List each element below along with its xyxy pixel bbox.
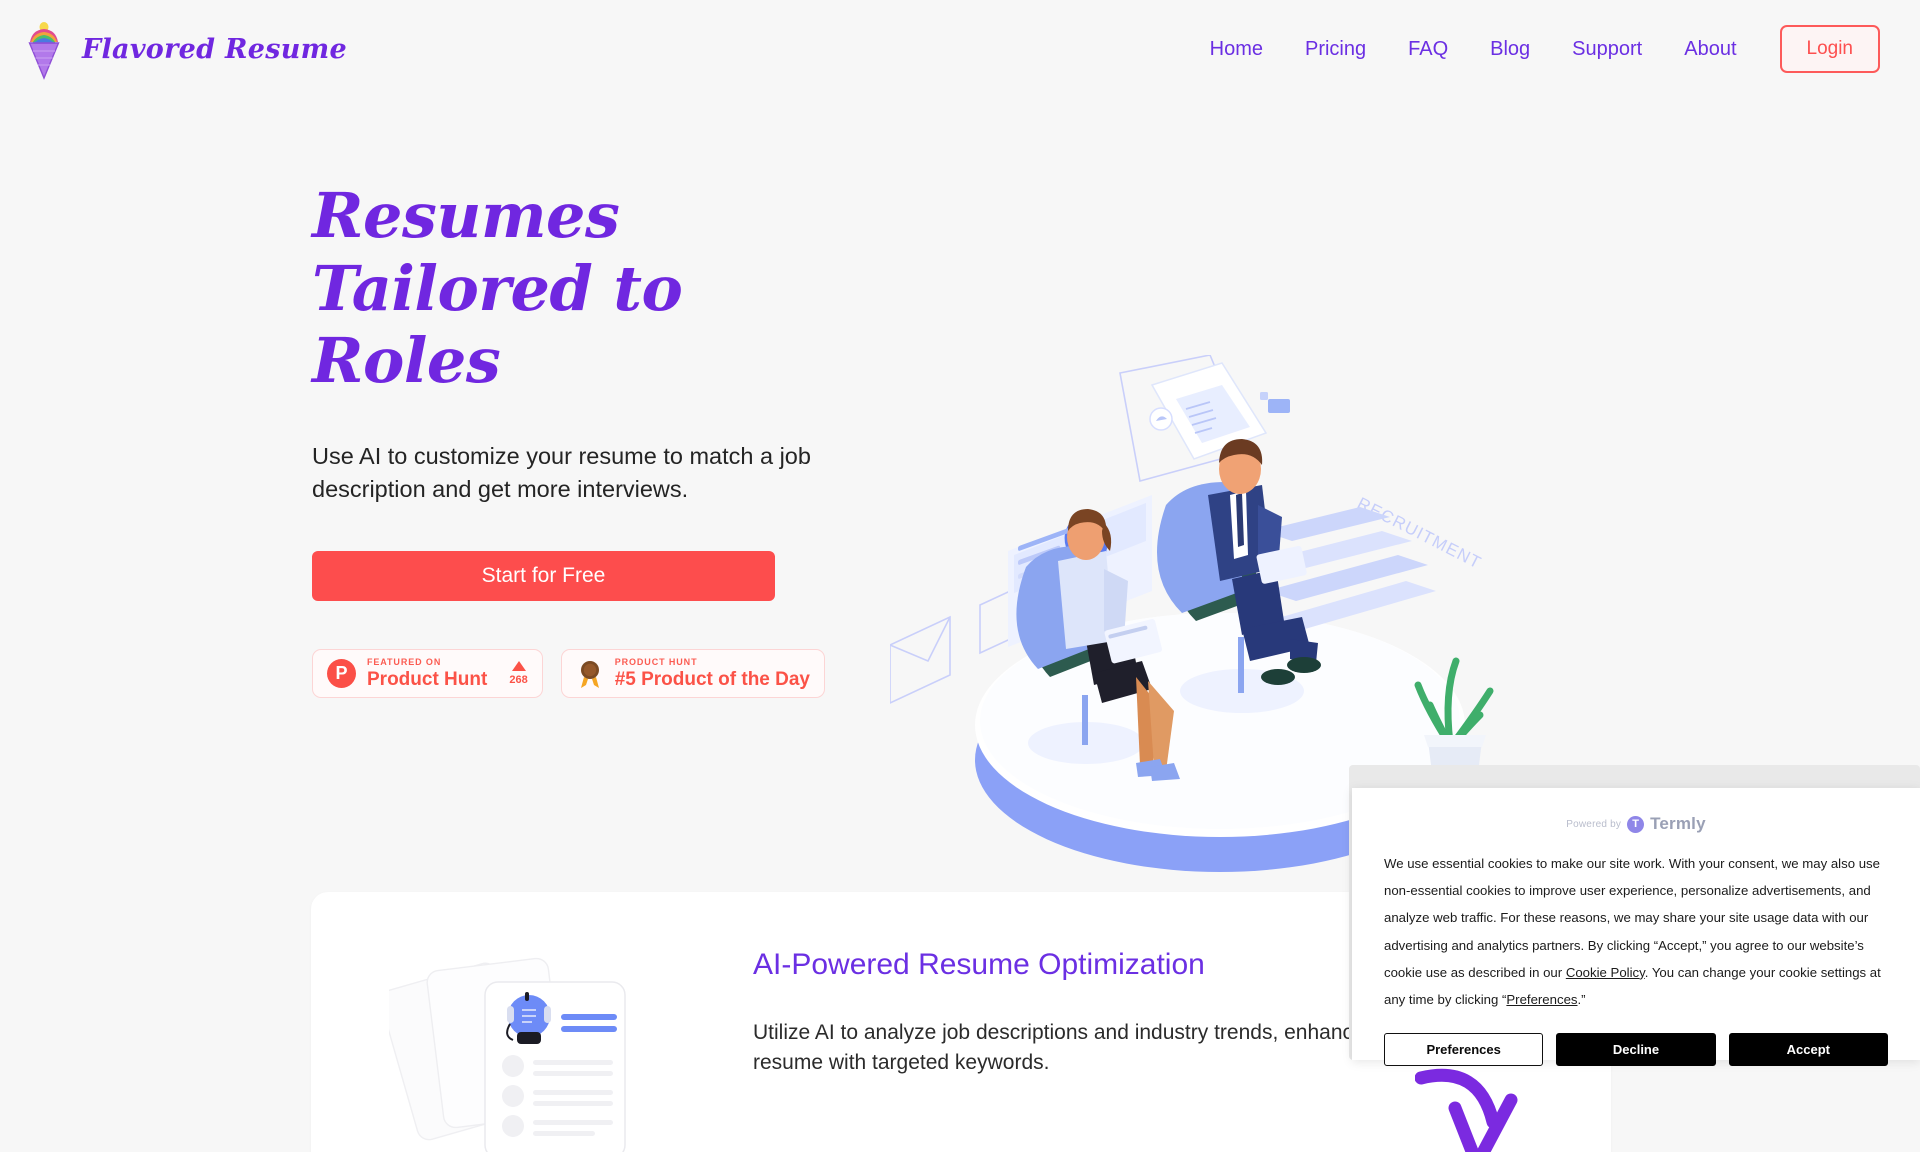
badge-text-group: FEATURED ON Product Hunt [367,657,488,691]
decline-button[interactable]: Decline [1556,1033,1716,1067]
product-hunt-featured-badge[interactable]: P FEATURED ON Product Hunt 268 [312,649,543,699]
feature-text-group: AI-Powered Resume Optimization Utilize A… [753,938,1453,1079]
nav-item-support[interactable]: Support [1551,30,1663,69]
upvote-group: 268 [509,661,528,687]
nav-item-pricing[interactable]: Pricing [1284,30,1387,69]
preferences-button[interactable]: Preferences [1384,1033,1544,1067]
powered-by-label: Powered by [1566,818,1622,830]
resume-cards-ai-illustration [380,948,689,1152]
product-hunt-badges: P FEATURED ON Product Hunt 268 PRODUCT H… [312,649,872,699]
badge-kicker: FEATURED ON [367,657,442,668]
cookie-policy-link[interactable]: Cookie Policy [1566,965,1645,980]
product-hunt-logo-icon: P [327,659,356,689]
login-button[interactable]: Login [1779,25,1880,73]
main-navigation: Home Pricing FAQ Blog Support About Logi… [1189,25,1880,73]
feature-title: AI-Powered Resume Optimization [753,948,1205,981]
landing-page: Flavored Resume Home Pricing FAQ Blog Su… [0,0,1920,1152]
nav-item-faq[interactable]: FAQ [1387,30,1469,69]
hero-title-line-1: Resumes [312,179,620,252]
badge-title: #5 Product of the Day [614,669,811,691]
site-header: Flavored Resume Home Pricing FAQ Blog Su… [0,0,1920,98]
hero-section: Resumes Tailored to Roles Use AI to cust… [0,170,1920,872]
snow-cone-icon [22,18,66,80]
badge-kicker: PRODUCT HUNT [614,657,698,668]
start-for-free-button[interactable]: Start for Free [312,551,775,602]
cookie-consent-banner: Powered by T Termly We use essential coo… [1352,788,1920,1067]
upvote-count: 268 [509,674,528,687]
termly-brand-name: Termly [1650,814,1706,833]
nav-item-blog[interactable]: Blog [1469,30,1551,69]
page-title: Resumes Tailored to Roles [312,179,872,398]
termly-logo-icon: T [1627,815,1645,833]
nav-item-home[interactable]: Home [1189,30,1284,69]
purple-arrow-decoration [1414,1060,1545,1152]
cookie-consent-text: We use essential cookies to make our sit… [1384,850,1888,1013]
product-hunt-product-of-day-badge[interactable]: PRODUCT HUNT #5 Product of the Day [560,649,826,699]
nav-item-about[interactable]: About [1663,30,1757,69]
cookie-text-part-1: We use essential cookies to make our sit… [1384,856,1880,980]
badge-text-group: PRODUCT HUNT #5 Product of the Day [614,657,811,691]
badge-title: Product Hunt [367,669,488,691]
cookie-action-buttons: Preferences Decline Accept [1384,1033,1888,1067]
termly-attribution: Powered by T Termly [1384,810,1888,838]
brand-logo[interactable]: Flavored Resume [22,18,347,80]
medal-icon [576,659,604,689]
preferences-link[interactable]: Preferences [1506,992,1577,1007]
feature-description: Utilize AI to analyze job descriptions a… [753,1021,1428,1075]
accept-button[interactable]: Accept [1728,1033,1888,1067]
hero-subtitle: Use AI to customize your resume to match… [312,442,811,503]
cookie-text-part-3: .” [1577,991,1586,1007]
brand-name: Flavored Resume [82,33,347,65]
hero-content: Resumes Tailored to Roles Use AI to cust… [312,179,872,699]
triangle-up-icon [511,661,526,672]
hero-title-line-2: Tailored to Roles [312,251,683,398]
